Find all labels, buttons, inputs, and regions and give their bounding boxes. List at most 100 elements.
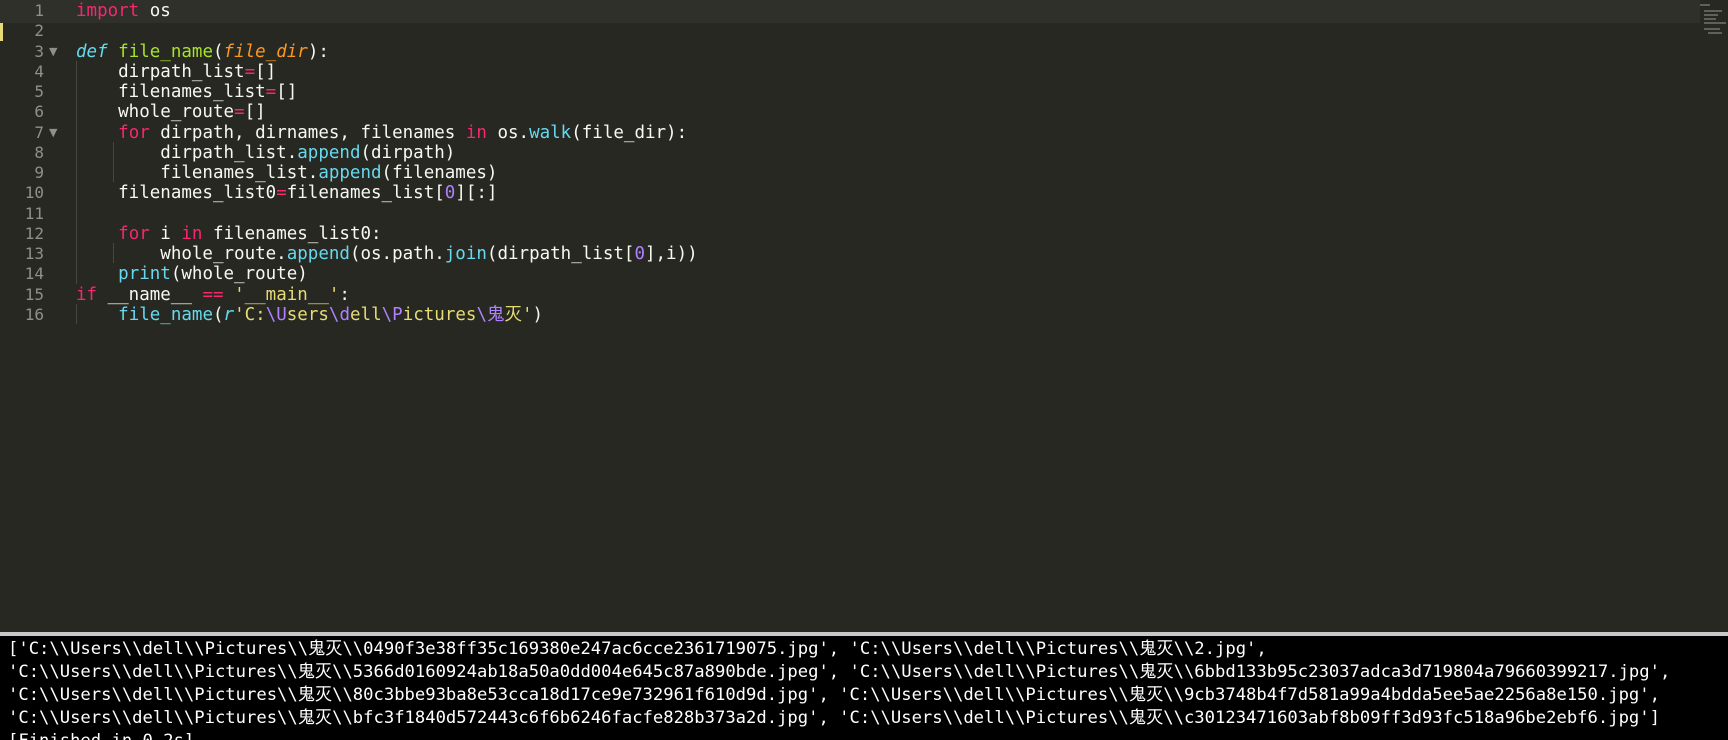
- code-token: i: [149, 223, 182, 244]
- code-line[interactable]: 5 filenames_list=[]: [0, 81, 1700, 104]
- code-token: append: [286, 244, 350, 264]
- code-line[interactable]: 16 file_name(r'C:\Users\dell\Pictures\鬼灭…: [0, 304, 1700, 327]
- code-text: whole_route=[]: [76, 101, 266, 124]
- code-line[interactable]: 2: [0, 20, 1700, 43]
- code-token: in: [181, 223, 203, 244]
- code-line[interactable]: 12 for i in filenames_list0:: [0, 223, 1700, 246]
- line-number: 9: [34, 163, 44, 182]
- code-text: for i in filenames_list0:: [76, 223, 381, 246]
- code-line[interactable]: 3 ▼ def file_name(file_dir):: [0, 41, 1700, 64]
- code-editor[interactable]: 1 import os 2 3 ▼ def file_name(file_dir): 4 d…: [0, 0, 1728, 632]
- line-number: 10: [24, 183, 44, 203]
- build-output-panel[interactable]: ['C:\\Users\\dell\\Pictures\\鬼灭\\0490f3e…: [0, 632, 1728, 740]
- code-line[interactable]: 4 dirpath_list=[]: [0, 61, 1700, 84]
- line-number: 4: [34, 61, 44, 81]
- code-token: ell: [350, 304, 382, 325]
- code-token: :: [339, 284, 350, 305]
- indent-guide: [113, 243, 114, 264]
- code-line[interactable]: 9 filenames_list.append(filenames): [0, 162, 1700, 185]
- code-token: whole_route.: [76, 244, 287, 264]
- line-number: 8: [34, 142, 44, 162]
- code-line[interactable]: 13 whole_route.append(os.path.join(dirpa…: [0, 243, 1700, 266]
- code-token: =: [234, 102, 245, 123]
- code-token: print: [118, 264, 171, 285]
- code-token: filenames_list: [76, 82, 266, 102]
- code-token: 'C:: [234, 304, 266, 325]
- code-token: (: [212, 304, 224, 325]
- code-text: dirpath_list.append(dirpath): [76, 142, 455, 165]
- code-line[interactable]: 6 whole_route=[]: [0, 101, 1700, 124]
- code-token: =: [265, 82, 277, 102]
- code-token: \U: [265, 304, 287, 325]
- code-token: 0: [444, 183, 456, 204]
- code-token: =: [276, 183, 287, 204]
- code-token: filenames_list0: [76, 183, 277, 204]
- output-line: 'C:\\Users\\dell\\Pictures\\鬼灭\\5366d016…: [8, 662, 1671, 682]
- code-token: ==: [202, 284, 224, 305]
- minimap[interactable]: [1700, 2, 1726, 52]
- code-token: ictures: [402, 304, 477, 325]
- code-token: for: [118, 122, 150, 143]
- code-token: file_name: [118, 41, 213, 62]
- code-token: dirpath, dirnames, filenames: [149, 122, 466, 143]
- code-text: if __name__ == '__main__':: [76, 284, 350, 307]
- fold-arrow-icon[interactable]: ▼: [49, 41, 57, 64]
- line-number: 6: [34, 102, 44, 122]
- code-line[interactable]: 11: [0, 203, 1700, 226]
- code-token: in: [465, 122, 487, 143]
- code-line[interactable]: 10 filenames_list0=filenames_list[0][:]: [0, 182, 1700, 205]
- code-token: ][:]: [455, 183, 498, 204]
- code-token: (filenames): [381, 163, 498, 183]
- code-token: for: [118, 223, 150, 244]
- code-token: join: [444, 244, 487, 264]
- code-text: def file_name(file_dir):: [76, 41, 329, 64]
- code-token: 灭': [504, 304, 533, 325]
- code-token: ],i)): [644, 244, 698, 264]
- code-line[interactable]: 15 if __name__ == '__main__':: [0, 284, 1700, 307]
- line-number: 2: [34, 21, 44, 41]
- code-token: file_name: [118, 304, 213, 325]
- line-number: 5: [34, 82, 44, 101]
- code-line[interactable]: 8 dirpath_list.append(dirpath): [0, 142, 1700, 165]
- indent-guide: [113, 141, 114, 183]
- indent-guide: [76, 60, 77, 284]
- code-token: r: [223, 304, 235, 325]
- code-line[interactable]: 1 import os: [0, 0, 1700, 23]
- code-token: sers: [286, 304, 329, 325]
- code-token: whole_route: [76, 102, 235, 123]
- code-token: ):: [307, 41, 329, 62]
- code-line[interactable]: 14 print(whole_route): [0, 263, 1700, 286]
- code-text: file_name(r'C:\Users\dell\Pictures\鬼灭'): [76, 304, 543, 327]
- code-text: filenames_list=[]: [76, 81, 297, 104]
- code-text: for dirpath, dirnames, filenames in os.w…: [76, 122, 687, 145]
- code-line[interactable]: 7 ▼ for dirpath, dirnames, filenames in o…: [0, 122, 1700, 145]
- code-token: \d: [328, 304, 350, 325]
- code-token: (file_dir):: [571, 122, 688, 143]
- line-number: 12: [24, 223, 44, 243]
- code-token: []: [276, 82, 298, 102]
- line-number: 11: [24, 203, 44, 223]
- output-line: 'C:\\Users\\dell\\Pictures\\鬼灭\\bfc3f184…: [8, 708, 1660, 728]
- line-number: 3: [34, 41, 44, 61]
- code-token: __name__: [97, 284, 203, 305]
- code-token: dirpath_list.: [76, 142, 298, 163]
- fold-arrow-icon[interactable]: ▼: [49, 122, 57, 145]
- output-line: ['C:\\Users\\dell\\Pictures\\鬼灭\\0490f3e…: [8, 639, 1267, 659]
- line-number: 15: [24, 284, 44, 304]
- code-token: append: [318, 163, 382, 183]
- code-token: []: [244, 102, 266, 123]
- code-token: (os.path.: [349, 244, 445, 264]
- code-token: file_dir: [223, 41, 308, 62]
- code-token: def: [76, 41, 108, 62]
- code-token: (whole_route): [170, 264, 308, 285]
- line-number: 14: [24, 264, 44, 284]
- code-token: dirpath_list: [76, 61, 245, 82]
- code-token: ): [532, 304, 544, 325]
- code-text: whole_route.append(os.path.join(dirpath_…: [76, 243, 698, 266]
- line-number: 1: [34, 1, 44, 20]
- code-token: walk: [529, 122, 572, 143]
- code-token: append: [297, 142, 361, 163]
